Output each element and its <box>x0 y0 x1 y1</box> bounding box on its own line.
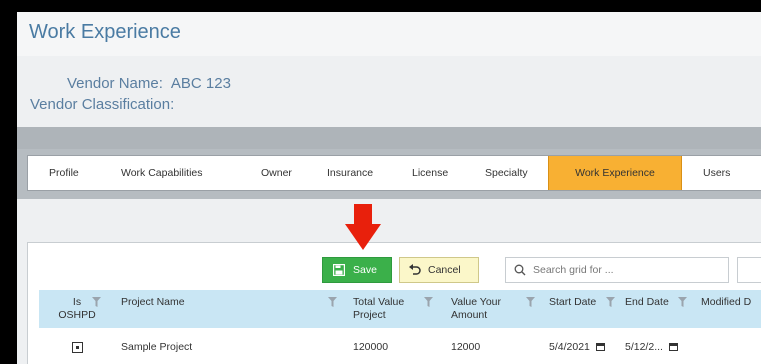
col-project-name[interactable]: Project Name <box>115 290 347 328</box>
col-end-date[interactable]: End Date <box>619 290 695 328</box>
col-total-value[interactable]: Total Value Project <box>347 290 445 328</box>
end-date-value: 5/12/2... <box>625 341 663 353</box>
search-icon <box>514 264 526 276</box>
save-label: Save <box>353 264 377 276</box>
tab-specialty[interactable]: Specialty <box>464 156 548 190</box>
tab-work-experience[interactable]: Work Experience <box>548 156 682 190</box>
calendar-icon[interactable] <box>668 343 678 351</box>
filter-icon[interactable] <box>92 297 101 307</box>
col-start-date[interactable]: Start Date <box>543 290 619 328</box>
cancel-button[interactable]: Cancel <box>399 257 479 283</box>
filter-icon[interactable] <box>526 297 535 307</box>
cell-total-value: 120000 <box>353 341 389 353</box>
col-is-oshpd[interactable]: Is OSHPD <box>39 290 115 328</box>
search-input[interactable]: Search grid for ... <box>505 257 729 283</box>
filter-icon[interactable] <box>328 297 337 307</box>
cell-start-date: 5/4/2021 <box>543 333 619 361</box>
undo-icon <box>409 264 421 275</box>
red-arrow-annotation-icon <box>345 204 381 250</box>
cell-end-date: 5/12/2... <box>619 333 695 361</box>
cell-modified <box>695 333 761 361</box>
calendar-icon[interactable] <box>595 343 605 351</box>
tab-bar: Profile Work Capabilities Owner Insuranc… <box>27 155 761 191</box>
tab-license[interactable]: License <box>391 156 464 190</box>
col-project-name-line1: Project Name <box>121 296 185 308</box>
vendor-name-label: Vendor Name: <box>67 75 163 92</box>
col-value-your-amount[interactable]: Value Your Amount <box>445 290 543 328</box>
cell-project-name: Sample Project <box>121 341 193 353</box>
col-is-oshpd-line1: Is <box>72 296 82 308</box>
checkbox-mark-icon <box>75 345 79 349</box>
vendor-classification-label: Vendor Classification: <box>30 96 175 113</box>
save-button[interactable]: Save <box>322 257 392 283</box>
page-title: Work Experience <box>29 21 181 43</box>
cancel-label: Cancel <box>428 264 461 276</box>
vendor-name-value: ABC 123 <box>170 75 231 92</box>
divider-band <box>17 127 761 149</box>
tab-users[interactable]: Users <box>682 156 761 190</box>
filter-icon[interactable] <box>606 297 615 307</box>
grid-header: Is OSHPD Project Name Total Value Projec… <box>39 290 761 328</box>
col-is-oshpd-line2: OSHPD <box>58 309 96 321</box>
filter-icon[interactable] <box>678 297 687 307</box>
search-placeholder: Search grid for ... <box>533 264 614 276</box>
col-total-value-line2: Project <box>353 309 386 321</box>
tab-profile[interactable]: Profile <box>28 156 100 190</box>
tab-owner[interactable]: Owner <box>240 156 306 190</box>
col-value-your-amount-line2: Amount <box>451 309 488 321</box>
cell-is-oshpd <box>39 333 115 361</box>
tab-insurance[interactable]: Insurance <box>306 156 391 190</box>
col-modified[interactable]: Modified D <box>695 290 761 328</box>
col-modified-line1: Modified D <box>701 296 752 308</box>
cell-your-amount: 12000 <box>451 341 481 353</box>
toolbar-extra-button[interactable] <box>737 257 761 283</box>
table-row[interactable]: Sample Project 120000 12000 5/4/2021 5/1… <box>39 333 761 361</box>
save-icon <box>333 264 345 276</box>
app-frame: Work Experience Vendor Name: ABC 123 Vend… <box>17 12 761 364</box>
vendor-name-line: Vendor Name: ABC 123 <box>67 75 231 92</box>
filter-icon[interactable] <box>424 297 433 307</box>
start-date-value: 5/4/2021 <box>549 341 590 353</box>
tab-work-capabilities[interactable]: Work Capabilities <box>100 156 240 190</box>
oshpd-checkbox[interactable] <box>71 341 83 353</box>
